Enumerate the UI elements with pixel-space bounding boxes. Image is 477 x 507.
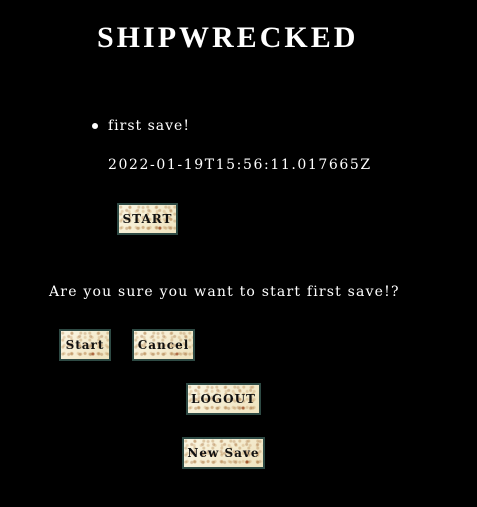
- save-timestamp: 2022-01-19T15:56:11.017665Z: [108, 157, 372, 173]
- confirm-message: Are you sure you want to start first sav…: [49, 284, 400, 300]
- logout-button[interactable]: LOGOUT: [186, 383, 261, 415]
- new-save-button[interactable]: New Save: [182, 437, 265, 469]
- bullet-icon: [92, 123, 98, 129]
- save-name: first save!: [108, 118, 190, 134]
- start-save-button[interactable]: START: [117, 203, 178, 235]
- cancel-button[interactable]: Cancel: [132, 329, 195, 361]
- confirm-start-button[interactable]: Start: [59, 329, 111, 361]
- page-title: SHIPWRECKED: [97, 21, 359, 54]
